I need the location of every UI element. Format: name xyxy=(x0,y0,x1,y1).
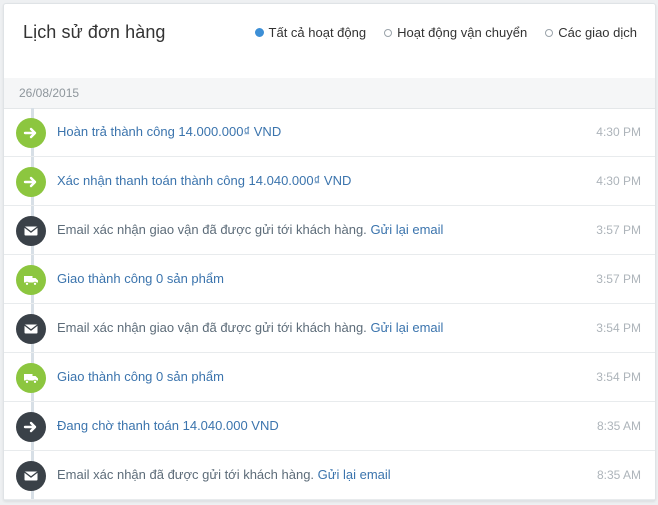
date-label: 26/08/2015 xyxy=(19,86,80,100)
event-text: Email xác nhận đã được gửi tới khách hàn… xyxy=(57,467,315,482)
event-time: 3:57 PM xyxy=(596,223,641,237)
event-time: 4:30 PM xyxy=(596,174,641,188)
radio-icon[interactable] xyxy=(384,28,393,37)
event-text: Email xác nhận giao vận đã được gửi tới … xyxy=(57,320,367,335)
event-time: 8:35 AM xyxy=(596,419,641,433)
event-time: 3:54 PM xyxy=(596,370,641,384)
event-text: Giao thành công 0 sản phẩm xyxy=(57,369,224,384)
radio-icon[interactable] xyxy=(254,28,264,37)
event-time: 3:57 PM xyxy=(596,272,641,286)
timeline-row: Giao thành công 0 sản phẩm 3:57 PM xyxy=(4,255,655,304)
arrow-right-icon xyxy=(16,412,46,442)
event-text: Giao thành công 0 sản phẩm xyxy=(57,271,224,286)
page-title: Lịch sử đơn hàng xyxy=(23,22,166,42)
timeline-row: Email xác nhận đã được gửi tới khách hàn… xyxy=(4,451,655,500)
arrow-right-icon xyxy=(16,167,46,197)
event-time: 3:54 PM xyxy=(596,321,641,335)
resend-email-link[interactable]: Gửi lại email xyxy=(370,222,443,237)
filter-all-activity[interactable]: Tất cả hoạt động xyxy=(254,25,367,40)
filter-transactions[interactable]: Các giao dịch xyxy=(545,25,637,40)
timeline-row: Email xác nhận giao vận đã được gửi tới … xyxy=(4,304,655,353)
envelope-icon xyxy=(16,314,46,344)
filter-label: Tất cả hoạt động xyxy=(268,25,367,40)
event-time: 8:35 AM xyxy=(596,468,641,482)
truck-icon xyxy=(16,363,46,393)
event-text: Xác nhận thanh toán thành công 14.040.00… xyxy=(57,173,352,188)
arrow-right-icon xyxy=(16,118,46,148)
event-description: Đang chờ thanh toán 14.040.000 VND xyxy=(57,418,279,433)
activity-filter-group: Tất cả hoạt động Hoạt động vận chuyển Cá… xyxy=(254,25,637,40)
timeline-list: Hoàn trả thành công 14.000.000₫ VND 4:30 … xyxy=(4,108,655,500)
truck-icon xyxy=(16,265,46,295)
event-description: Giao thành công 0 sản phẩm xyxy=(57,369,224,384)
event-description: Hoàn trả thành công 14.000.000₫ VND xyxy=(57,124,281,139)
filter-shipping-activity[interactable]: Hoạt động vận chuyển xyxy=(384,25,527,40)
event-text: Email xác nhận giao vận đã được gửi tới … xyxy=(57,222,367,237)
envelope-icon xyxy=(16,461,46,491)
order-history-card: Lịch sử đơn hàng Tất cả hoạt động Hoạt đ… xyxy=(3,3,656,501)
event-description: Xác nhận thanh toán thành công 14.040.00… xyxy=(57,173,351,188)
event-text: Hoàn trả thành công 14.000.000₫ VND xyxy=(57,124,282,139)
event-description: Giao thành công 0 sản phẩm xyxy=(57,271,224,286)
event-description: Email xác nhận giao vận đã được gửi tới … xyxy=(57,320,443,335)
event-description: Email xác nhận giao vận đã được gửi tới … xyxy=(57,222,443,237)
timeline-row: Email xác nhận giao vận đã được gửi tới … xyxy=(4,206,655,255)
timeline-row: Hoàn trả thành công 14.000.000₫ VND 4:30 … xyxy=(4,108,655,157)
timeline-row: Đang chờ thanh toán 14.040.000 VND 8:35 A… xyxy=(4,402,655,451)
resend-email-link[interactable]: Gửi lại email xyxy=(370,320,443,335)
event-time: 4:30 PM xyxy=(596,125,641,139)
radio-icon[interactable] xyxy=(545,28,554,37)
event-text: Đang chờ thanh toán 14.040.000 VND xyxy=(57,418,279,433)
envelope-icon xyxy=(16,216,46,246)
order-history-header: Lịch sử đơn hàng Tất cả hoạt động Hoạt đ… xyxy=(4,4,655,76)
resend-email-link[interactable]: Gửi lại email xyxy=(318,467,391,482)
event-description: Email xác nhận đã được gửi tới khách hàn… xyxy=(57,467,391,482)
timeline-row: Xác nhận thanh toán thành công 14.040.00… xyxy=(4,157,655,206)
filter-label: Các giao dịch xyxy=(558,25,637,40)
date-group-header: 26/08/2015 xyxy=(4,78,655,109)
filter-label: Hoạt động vận chuyển xyxy=(397,25,528,40)
timeline-row: Giao thành công 0 sản phẩm 3:54 PM xyxy=(4,353,655,402)
